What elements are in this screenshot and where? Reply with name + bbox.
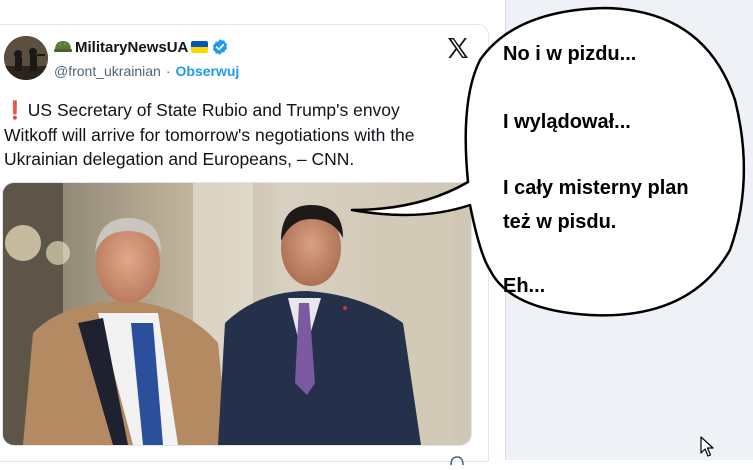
- bubble-line-5: Eh...: [503, 275, 546, 297]
- share-icon[interactable]: [448, 452, 466, 466]
- follow-button[interactable]: Obserwuj: [176, 63, 240, 79]
- verified-badge-icon: [211, 38, 229, 56]
- handle-row: @front_ukrainian · Obserwuj: [54, 63, 239, 79]
- author-name-row[interactable]: MilitaryNewsUA: [54, 38, 229, 56]
- display-name[interactable]: MilitaryNewsUA: [75, 39, 188, 56]
- separator-dot: ·: [165, 63, 171, 79]
- handle[interactable]: @front_ukrainian: [54, 63, 161, 79]
- soldier-helmet-icon: [54, 40, 72, 54]
- bubble-line-3: I cały misterny plan: [503, 177, 689, 199]
- bubble-line-4: też w pisdu.: [503, 211, 617, 233]
- bubble-line-2: I wylądował...: [503, 111, 631, 133]
- red-exclamation-icon: ❗: [4, 100, 26, 120]
- avatar[interactable]: [4, 36, 48, 80]
- ukraine-flag-icon: [191, 41, 209, 53]
- bubble-line-1: No i w pizdu...: [503, 43, 637, 65]
- mouse-cursor-icon: [700, 436, 716, 458]
